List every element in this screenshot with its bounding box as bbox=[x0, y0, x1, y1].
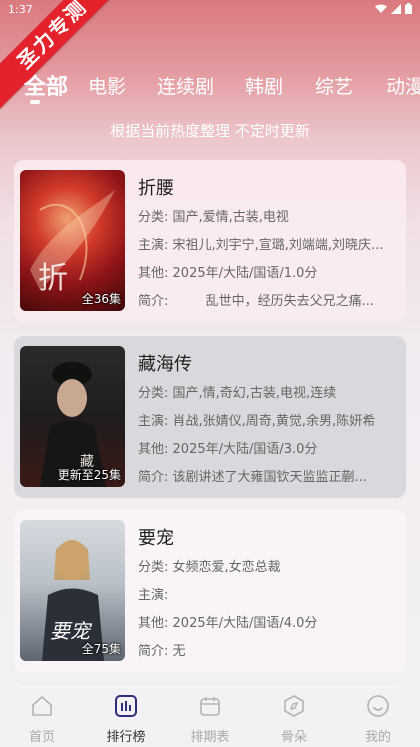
nav-schedule[interactable]: 排期表 bbox=[168, 694, 252, 745]
bottom-navigation: 首页 排行榜 排期表 骨朵 我的 bbox=[0, 688, 420, 747]
ranking-card[interactable]: 折 全36集 折腰 分类: 国产,爱情,古装,电视 主演: 宋祖儿,刘宇宁,宣璐… bbox=[14, 160, 406, 322]
tab-series[interactable]: 连续剧 bbox=[157, 72, 214, 99]
signal-icon bbox=[391, 3, 401, 14]
intro-row: 简介: 乱世中，经历失去父兄之痛... bbox=[138, 294, 374, 309]
other-row: 其他: 2025年/大陆/国语/4.0分 bbox=[138, 616, 318, 631]
tab-kdrama[interactable]: 韩剧 bbox=[245, 72, 283, 99]
nav-label: 排期表 bbox=[190, 730, 230, 745]
nav-guduo[interactable]: 骨朵 bbox=[252, 694, 336, 745]
cast-row: 主演: 宋祖儿,刘宇宁,宣璐,刘端端,刘晓庆... bbox=[138, 238, 384, 253]
ranking-icon bbox=[115, 695, 137, 717]
category-row: 分类: 国产,情,奇幻,古装,电视,连续 bbox=[138, 386, 337, 401]
tab-all[interactable]: 全部 bbox=[24, 69, 68, 101]
tab-movies[interactable]: 电影 bbox=[88, 72, 126, 99]
other-row: 其他: 2025年/大陆/国语/3.0分 bbox=[138, 442, 318, 457]
ranking-card[interactable]: 藏 更新至25集 藏海传 分类: 国产,情,奇幻,古装,电视,连续 主演: 肖战… bbox=[14, 336, 406, 498]
status-time: 1:37 bbox=[8, 3, 33, 16]
tab-anime[interactable]: 动漫 bbox=[386, 72, 420, 99]
drama-title[interactable]: 折腰 bbox=[138, 174, 174, 200]
episode-badge: 全75集 bbox=[81, 642, 121, 656]
battery-icon bbox=[405, 3, 412, 14]
profile-icon bbox=[367, 695, 389, 717]
category-row: 分类: 女频恋爱,女恋总裁 bbox=[138, 560, 281, 575]
status-icons bbox=[375, 3, 412, 14]
cast-row: 主演: 肖战,张婧仪,周奇,黄觉,余男,陈妍希 bbox=[138, 414, 376, 429]
nav-home[interactable]: 首页 bbox=[0, 694, 84, 745]
drama-title[interactable]: 要宠 bbox=[138, 524, 174, 550]
category-row: 分类: 国产,爱情,古装,电视 bbox=[138, 210, 289, 225]
category-tabs: 全部 电影 连续剧 韩剧 综艺 动漫 bbox=[0, 66, 420, 106]
ranking-subtitle: 根据当前热度整理 不定时更新 bbox=[110, 122, 310, 140]
wifi-icon bbox=[375, 4, 387, 13]
nav-label: 首页 bbox=[28, 730, 55, 745]
ranking-card[interactable]: 要宠 全75集 要宠 分类: 女频恋爱,女恋总裁 主演: 其他: 2025年/大… bbox=[14, 510, 406, 672]
drama-title[interactable]: 藏海传 bbox=[138, 350, 192, 376]
episode-badge: 全36集 bbox=[81, 292, 121, 306]
intro-row: 简介: 无 bbox=[138, 644, 186, 659]
nav-ranking[interactable]: 排行榜 bbox=[84, 694, 168, 745]
nav-profile[interactable]: 我的 bbox=[336, 694, 420, 745]
other-row: 其他: 2025年/大陆/国语/1.0分 bbox=[138, 266, 318, 281]
intro-row: 简介: 该剧讲述了大雍国钦天监监正蒯... bbox=[138, 470, 367, 485]
nav-label: 骨朵 bbox=[280, 730, 307, 745]
poster-image[interactable]: 要宠 全75集 bbox=[20, 520, 125, 661]
poster-image[interactable]: 折 全36集 bbox=[20, 170, 125, 311]
poster-image[interactable]: 藏 更新至25集 bbox=[20, 346, 125, 487]
compass-icon bbox=[284, 695, 304, 717]
cast-row: 主演: bbox=[138, 588, 169, 603]
tab-active-indicator bbox=[30, 100, 40, 104]
nav-label: 排行榜 bbox=[106, 730, 146, 745]
nav-label: 我的 bbox=[364, 730, 391, 745]
svg-text:折: 折 bbox=[38, 261, 68, 296]
episode-badge: 更新至25集 bbox=[57, 468, 121, 482]
calendar-icon bbox=[200, 697, 220, 716]
home-icon bbox=[32, 696, 52, 716]
tab-variety[interactable]: 综艺 bbox=[315, 72, 353, 99]
